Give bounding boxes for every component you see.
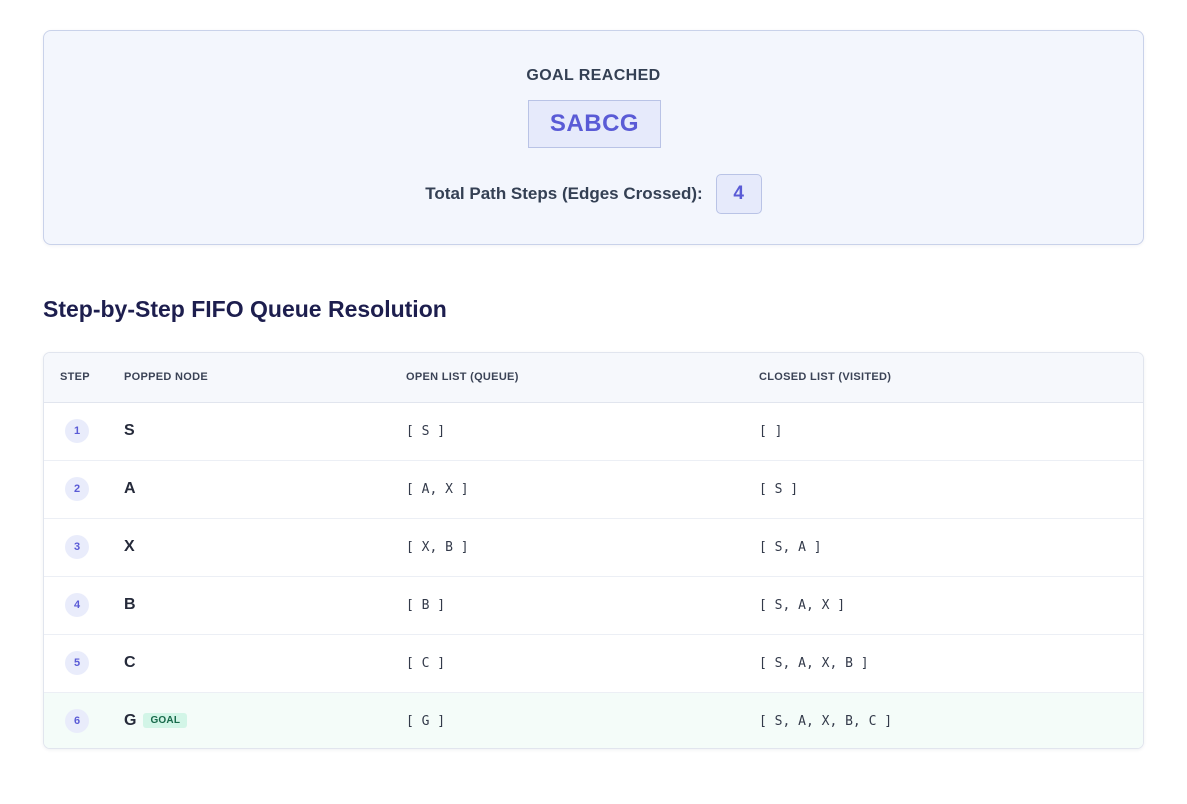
path-steps-label: Total Path Steps (Edges Crossed): bbox=[425, 184, 703, 203]
closed-list-value: [ S, A, X, B, C ] bbox=[759, 714, 893, 730]
table-row: 4 B [ B ] [ S, A, X ] bbox=[44, 576, 1143, 634]
goal-summary-card: GOAL REACHED SABCG Total Path Steps (Edg… bbox=[43, 30, 1144, 245]
step-number-badge: 5 bbox=[65, 651, 89, 675]
open-list-value: [ G ] bbox=[406, 714, 446, 730]
popped-node: S bbox=[124, 422, 135, 439]
popped-node: A bbox=[124, 480, 136, 497]
goal-reached-heading: GOAL REACHED bbox=[526, 67, 661, 84]
table-row: 2 A [ A, X ] [ S ] bbox=[44, 460, 1143, 518]
table-header-row: STEP POPPED NODE OPEN LIST (QUEUE) CLOSE… bbox=[44, 353, 1143, 403]
popped-node: C bbox=[124, 654, 136, 671]
closed-list-value: [ ] bbox=[759, 424, 783, 439]
column-header-open-list: OPEN LIST (QUEUE) bbox=[406, 353, 759, 403]
table-row: 3 X [ X, B ] [ S, A ] bbox=[44, 518, 1143, 576]
step-number-badge: 3 bbox=[65, 535, 89, 559]
goal-badge: GOAL bbox=[143, 713, 188, 729]
table-row: 5 C [ C ] [ S, A, X, B ] bbox=[44, 634, 1143, 692]
queue-resolution-table-card: STEP POPPED NODE OPEN LIST (QUEUE) CLOSE… bbox=[43, 352, 1144, 749]
path-steps-row: Total Path Steps (Edges Crossed): 4 bbox=[44, 174, 1143, 214]
open-list-value: [ X, B ] bbox=[406, 540, 469, 555]
step-number-badge: 1 bbox=[65, 419, 89, 443]
column-header-step: STEP bbox=[44, 353, 124, 403]
table-row: 1 S [ S ] [ ] bbox=[44, 402, 1143, 460]
open-list-value: [ S ] bbox=[406, 424, 446, 439]
popped-node: X bbox=[124, 538, 135, 555]
closed-list-value: [ S, A, X ] bbox=[759, 598, 846, 613]
step-number-badge: 2 bbox=[65, 477, 89, 501]
closed-list-value: [ S, A ] bbox=[759, 540, 822, 555]
step-number-badge: 6 bbox=[65, 709, 89, 734]
table-row-goal: 6 G GOAL [ G ] [ S, A, X, B, C ] bbox=[44, 692, 1143, 748]
open-list-value: [ A, X ] bbox=[406, 482, 469, 497]
popped-node: B bbox=[124, 596, 136, 613]
open-list-value: [ C ] bbox=[406, 656, 446, 671]
queue-resolution-table: STEP POPPED NODE OPEN LIST (QUEUE) CLOSE… bbox=[44, 353, 1143, 748]
step-number-badge: 4 bbox=[65, 593, 89, 617]
open-list-value: [ B ] bbox=[406, 598, 446, 613]
section-title: Step-by-Step FIFO Queue Resolution bbox=[43, 296, 447, 322]
path-steps-badge: 4 bbox=[715, 174, 762, 214]
popped-node: G bbox=[124, 712, 137, 730]
column-header-closed-list: CLOSED LIST (VISITED) bbox=[759, 353, 1143, 403]
closed-list-value: [ S ] bbox=[759, 482, 799, 497]
final-path-display: SABCG bbox=[528, 100, 661, 148]
column-header-popped-node: POPPED NODE bbox=[124, 353, 406, 403]
closed-list-value: [ S, A, X, B ] bbox=[759, 656, 869, 671]
